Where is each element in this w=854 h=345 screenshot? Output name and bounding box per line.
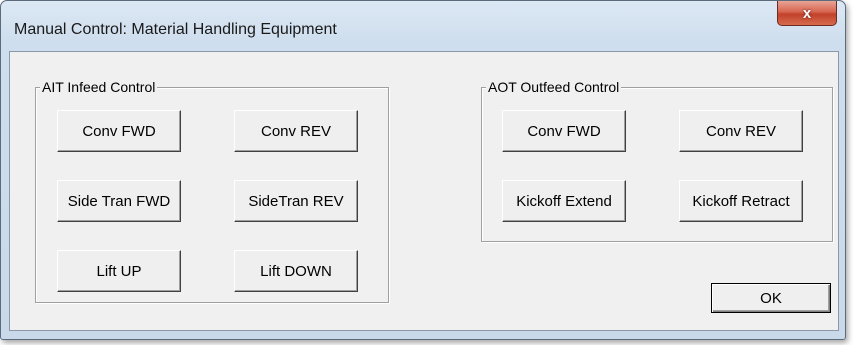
outfeed-kickoff-extend-button[interactable]: Kickoff Extend <box>502 180 626 222</box>
outfeed-control-group: AOT Outfeed Control Conv FWD Conv REV Ki… <box>481 78 833 242</box>
outfeed-group-label: AOT Outfeed Control <box>486 78 622 96</box>
infeed-side-tran-rev-button[interactable]: SideTran REV <box>234 180 358 222</box>
close-icon: x <box>802 4 812 22</box>
infeed-side-tran-fwd-button[interactable]: Side Tran FWD <box>57 180 181 222</box>
infeed-lift-down-button[interactable]: Lift DOWN <box>234 250 358 292</box>
infeed-conv-fwd-button[interactable]: Conv FWD <box>57 110 181 152</box>
dialog-window: Manual Control: Material Handling Equipm… <box>0 0 846 340</box>
outfeed-conv-rev-button[interactable]: Conv REV <box>679 110 803 152</box>
infeed-group-label: AIT Infeed Control <box>40 78 158 96</box>
window-title: Manual Control: Material Handling Equipm… <box>14 21 337 38</box>
infeed-conv-rev-button[interactable]: Conv REV <box>234 110 358 152</box>
close-button[interactable]: x <box>777 1 837 26</box>
ok-button[interactable]: OK <box>711 283 831 313</box>
dialog-client-area: AIT Infeed Control Conv FWD Conv REV Sid… <box>9 51 839 331</box>
outfeed-kickoff-retract-button[interactable]: Kickoff Retract <box>679 180 803 222</box>
outfeed-conv-fwd-button[interactable]: Conv FWD <box>502 110 626 152</box>
infeed-control-group: AIT Infeed Control Conv FWD Conv REV Sid… <box>35 78 389 303</box>
infeed-lift-up-button[interactable]: Lift UP <box>57 250 181 292</box>
